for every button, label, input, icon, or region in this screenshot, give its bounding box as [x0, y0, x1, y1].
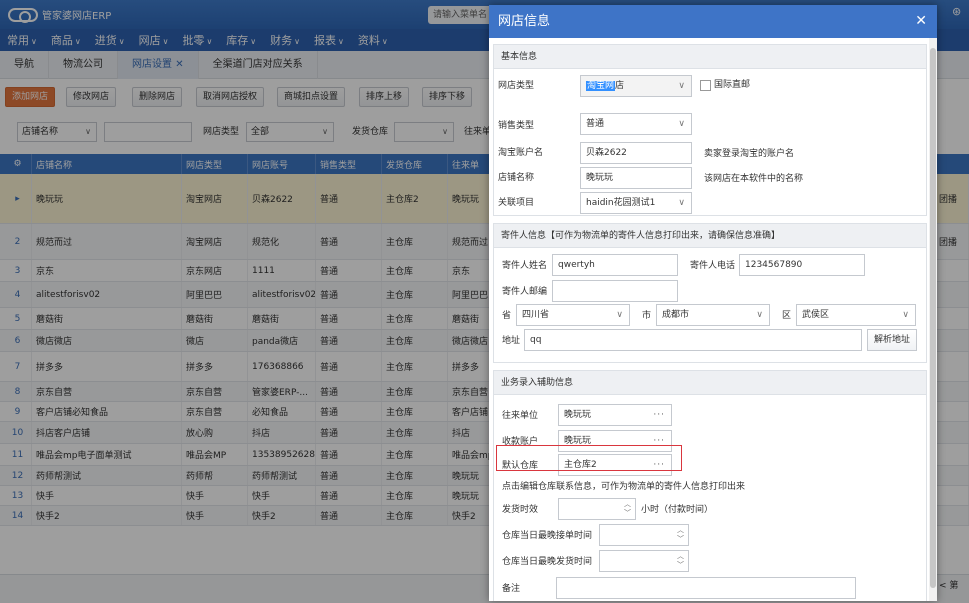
district-select[interactable]: 武侯区 ∨ — [796, 304, 916, 326]
shop-name-label: 店铺名称 — [498, 173, 535, 183]
sale-type-label: 销售类型 — [498, 121, 535, 131]
spinner-icon[interactable]: ︿ ﹀ — [624, 500, 631, 518]
chevron-down-icon: ∨ — [678, 119, 685, 129]
shop-type-rest: 店 — [615, 81, 625, 91]
dialog-title: 网店信息 — [498, 14, 551, 29]
selected-text: 淘宝网 — [586, 81, 616, 91]
dialog-scrollbar[interactable] — [929, 38, 937, 601]
chevron-down-icon: ∨ — [616, 310, 623, 320]
province-label: 省 — [502, 311, 512, 321]
order-cutoff-input[interactable]: ︿ ﹀ — [599, 524, 689, 546]
parse-address-button[interactable]: 解析地址 — [867, 329, 918, 351]
warehouse-tip: 点击编辑仓库联系信息，可作为物流单的寄件人信息打印出来 — [502, 482, 746, 492]
project-select[interactable]: haidin花园测试1 ∨ — [580, 192, 692, 214]
sender-info-section: 寄件人信息【可作为物流单的寄件人信息打印出来，请确保信息准确】 寄件人姓名 qw… — [493, 223, 927, 363]
dialog-body: 基本信息 网店类型 淘宝网店 ∨ 国际直邮 销售类型 普通 ∨ 淘宝账户名 贝森26… — [489, 38, 937, 601]
dialog-header: 网店信息 ✕ — [489, 5, 937, 38]
sender-zip-label: 寄件人邮编 — [502, 287, 548, 297]
sender-phone-input[interactable]: 1234567890 — [739, 254, 865, 276]
app-window: 管家婆网店ERP 请输入菜单名 ⊛ 常用 ∨ 商品 ∨ 进货 ∨ 网店 ∨ 批零 ∨ 库存… — [0, 0, 969, 603]
chevron-down-icon: ∨ — [678, 198, 685, 208]
account-input[interactable]: 贝森2622 — [580, 142, 692, 164]
shop-type-label: 网店类型 — [498, 81, 535, 91]
sender-phone-label: 寄件人电话 — [690, 261, 736, 271]
sender-zip-input[interactable] — [552, 280, 678, 302]
ship-time-input[interactable]: ︿ ﹀ — [558, 498, 636, 520]
shop-name-input[interactable]: 晚玩玩 — [580, 167, 692, 189]
partner-input[interactable]: 晚玩玩 ··· — [558, 404, 672, 426]
chevron-down-icon: ∨ — [756, 310, 763, 320]
section-title: 业务录入辅助信息 — [494, 371, 926, 395]
spinner-icon[interactable]: ︿ ﹀ — [677, 526, 684, 544]
chevron-down-icon: ∨ — [678, 81, 685, 91]
basic-info-section: 基本信息 网店类型 淘宝网店 ∨ 国际直邮 销售类型 普通 ∨ 淘宝账户名 贝森26… — [493, 44, 927, 216]
ship-time-unit: 小时（付款时间） — [641, 505, 714, 515]
spinner-icon[interactable]: ︿ ﹀ — [677, 552, 684, 570]
remark-label: 备注 — [502, 584, 521, 594]
account-hint: 卖家登录淘宝的账户名 — [704, 149, 795, 159]
sender-name-input[interactable]: qwertyh — [552, 254, 678, 276]
account-label: 淘宝账户名 — [498, 148, 544, 158]
partner-label: 往来单位 — [502, 411, 539, 421]
ship-time-label: 发货时效 — [502, 505, 539, 515]
shop-type-select[interactable]: 淘宝网店 ∨ — [580, 75, 692, 97]
address-input[interactable]: qq — [524, 329, 862, 351]
sale-type-select[interactable]: 普通 ∨ — [580, 113, 692, 135]
shop-name-hint: 该网店在本软件中的名称 — [704, 174, 804, 184]
city-select[interactable]: 成都市 ∨ — [656, 304, 770, 326]
highlight-box — [496, 445, 682, 471]
remark-input[interactable] — [556, 577, 856, 599]
district-label: 区 — [782, 311, 792, 321]
shop-info-dialog: 网店信息 ✕ 基本信息 网店类型 淘宝网店 ∨ 国际直邮 销售类型 普通 ∨ 淘宝账… — [489, 5, 937, 601]
sender-name-label: 寄件人姓名 — [502, 261, 548, 271]
section-title: 基本信息 — [494, 45, 926, 69]
project-label: 关联项目 — [498, 198, 535, 208]
order-cutoff-label: 仓库当日最晚接单时间 — [502, 531, 593, 541]
intl-checkbox[interactable] — [700, 80, 711, 91]
business-info-section: 业务录入辅助信息 往来单位 晚玩玩 ··· 收款账户 晚玩玩 ··· 默认仓库 主仓… — [493, 370, 927, 601]
city-label: 市 — [642, 311, 652, 321]
intl-label: 国际直邮 — [714, 80, 751, 90]
close-icon[interactable]: ✕ — [915, 5, 927, 38]
ship-cutoff-label: 仓库当日最晚发货时间 — [502, 557, 593, 567]
scroll-thumb[interactable] — [930, 48, 936, 588]
chevron-down-icon: ∨ — [902, 310, 909, 320]
province-select[interactable]: 四川省 ∨ — [516, 304, 630, 326]
section-title: 寄件人信息【可作为物流单的寄件人信息打印出来，请确保信息准确】 — [494, 224, 926, 248]
ship-cutoff-input[interactable]: ︿ ﹀ — [599, 550, 689, 572]
more-icon[interactable]: ··· — [653, 405, 665, 425]
address-label: 地址 — [502, 336, 521, 346]
